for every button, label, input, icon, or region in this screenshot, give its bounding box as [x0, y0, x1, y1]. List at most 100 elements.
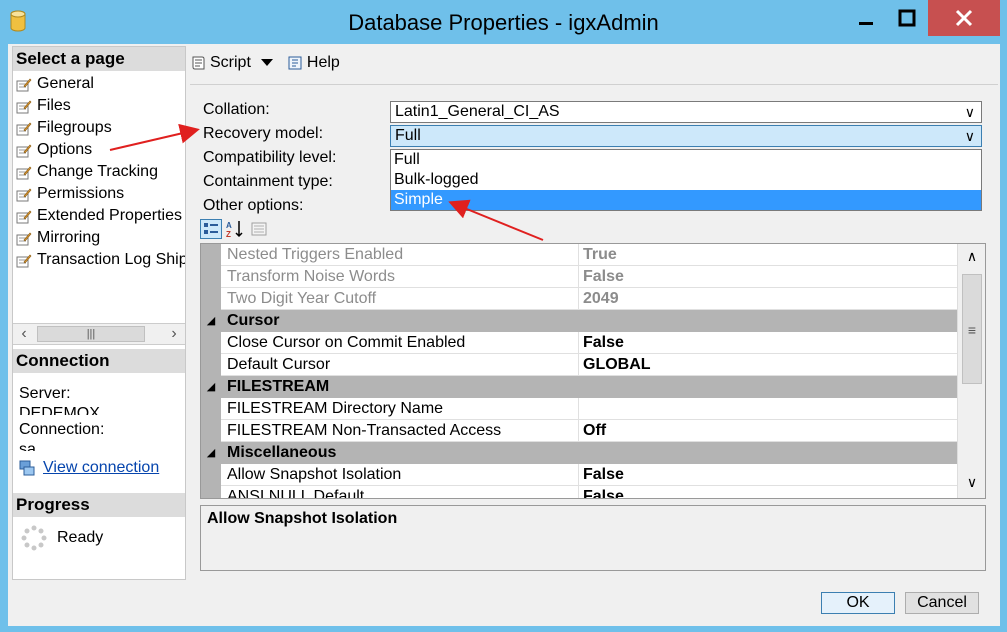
property-value[interactable]: False: [579, 486, 957, 498]
property-grid-toolbar: A Z: [200, 219, 272, 239]
property-row[interactable]: Allow Snapshot Isolation False: [201, 464, 957, 486]
collapse-icon[interactable]: ◢: [201, 310, 221, 332]
connection-properties-icon: [19, 460, 35, 476]
property-name: Transform Noise Words: [221, 266, 579, 288]
page-item-mirroring[interactable]: Mirroring: [13, 227, 185, 249]
page-item-label: Transaction Log Shipping: [37, 251, 185, 268]
page-list-scrollbar[interactable]: ‹ ||| ›: [13, 323, 185, 345]
row-gutter: [201, 266, 221, 288]
server-value: DEDEMOX: [19, 405, 100, 415]
property-row[interactable]: Transform Noise Words False: [201, 266, 957, 288]
alphabetical-button[interactable]: A Z: [224, 219, 246, 239]
property-row[interactable]: FILESTREAM Non-Transacted Access Off: [201, 420, 957, 442]
property-row[interactable]: FILESTREAM Directory Name: [201, 398, 957, 420]
category-name: FILESTREAM: [227, 378, 330, 395]
page-item-permissions[interactable]: Permissions: [13, 183, 185, 205]
page-item-label: Extended Properties: [37, 207, 182, 224]
close-icon: [955, 9, 973, 27]
compatibility-level-label: Compatibility level:: [203, 149, 337, 166]
page-item-filegroups[interactable]: Filegroups: [13, 117, 185, 139]
script-dropdown-button[interactable]: [260, 59, 277, 67]
property-grid-scrollbar[interactable]: ∧ ≡ ∨: [957, 244, 985, 498]
category-name: Miscellaneous: [227, 444, 337, 461]
row-gutter: [201, 486, 221, 498]
recovery-model-select[interactable]: Full ∨: [390, 125, 982, 147]
category-miscellaneous[interactable]: ◢ Miscellaneous: [201, 442, 957, 464]
maximize-icon: [898, 9, 916, 27]
categorized-icon: [204, 223, 218, 234]
recovery-option-full[interactable]: Full: [391, 150, 981, 170]
progress-spinner-icon: [21, 525, 47, 551]
page-icon: [16, 166, 32, 179]
chevron-down-icon[interactable]: ∨: [958, 474, 985, 491]
property-pages-button[interactable]: [248, 219, 270, 239]
page-item-change-tracking[interactable]: Change Tracking: [13, 161, 185, 183]
page-icon: [16, 78, 32, 91]
minimize-button[interactable]: [848, 0, 884, 36]
property-value[interactable]: False: [579, 332, 957, 354]
row-gutter: [201, 398, 221, 420]
property-name: Two Digit Year Cutoff: [221, 288, 579, 310]
collapse-icon[interactable]: ◢: [201, 376, 221, 398]
page-item-label: Filegroups: [37, 119, 112, 136]
recovery-option-bulk-logged[interactable]: Bulk-logged: [391, 170, 981, 190]
property-value[interactable]: GLOBAL: [579, 354, 957, 376]
cancel-button[interactable]: Cancel: [905, 592, 979, 614]
title-bar[interactable]: Database Properties - igxAdmin: [0, 0, 1007, 44]
page-item-general[interactable]: General: [13, 73, 185, 95]
page-icon: [16, 210, 32, 223]
category-filestream[interactable]: ◢ FILESTREAM: [201, 376, 957, 398]
scroll-thumb[interactable]: |||: [37, 326, 145, 342]
category-name: Cursor: [227, 312, 280, 329]
property-row[interactable]: Default Cursor GLOBAL: [201, 354, 957, 376]
scroll-right-icon[interactable]: ›: [163, 325, 185, 343]
close-button[interactable]: [928, 0, 1000, 36]
dialog-window: Database Properties - igxAdmin Select a …: [0, 0, 1007, 632]
chevron-up-icon[interactable]: ∧: [958, 248, 985, 265]
collation-value: Latin1_General_CI_AS: [395, 103, 560, 120]
property-value[interactable]: Off: [579, 420, 957, 442]
category-cursor[interactable]: ◢ Cursor: [201, 310, 957, 332]
page-icon: [16, 100, 32, 113]
page-icon: [16, 232, 32, 245]
page-item-extended-properties[interactable]: Extended Properties: [13, 205, 185, 227]
connection-label: Connection:: [19, 421, 105, 438]
script-button[interactable]: Script: [190, 54, 251, 72]
property-row[interactable]: Nested Triggers Enabled True: [201, 244, 957, 266]
svg-text:Z: Z: [226, 230, 231, 238]
scroll-track[interactable]: |||: [35, 325, 163, 343]
view-connection-link[interactable]: View connection: [43, 459, 159, 477]
scroll-left-icon[interactable]: ‹: [13, 325, 35, 343]
help-button[interactable]: Help: [287, 54, 340, 72]
property-value[interactable]: False: [579, 464, 957, 486]
property-value[interactable]: True: [579, 244, 957, 266]
property-row[interactable]: Two Digit Year Cutoff 2049: [201, 288, 957, 310]
progress-status: Ready: [57, 529, 104, 546]
toolbar: Script Help: [190, 48, 998, 78]
page-item-options[interactable]: Options: [13, 139, 185, 161]
property-name: Nested Triggers Enabled: [221, 244, 579, 266]
recovery-option-simple[interactable]: Simple: [391, 190, 981, 210]
property-value[interactable]: 2049: [579, 288, 957, 310]
page-icon: [16, 144, 32, 157]
page-item-label: Change Tracking: [37, 163, 158, 180]
property-name: Close Cursor on Commit Enabled: [221, 332, 579, 354]
property-row[interactable]: ANSI NULL Default False: [201, 486, 957, 498]
ok-button[interactable]: OK: [821, 592, 895, 614]
collapse-icon[interactable]: ◢: [201, 442, 221, 464]
options-page: Collation: Latin1_General_CI_AS ∨ Recove…: [190, 84, 998, 580]
categorized-button[interactable]: [200, 219, 222, 239]
page-item-files[interactable]: Files: [13, 95, 185, 117]
property-row[interactable]: Close Cursor on Commit Enabled False: [201, 332, 957, 354]
scroll-thumb[interactable]: ≡: [962, 274, 982, 384]
page-item-transaction-log-shipping[interactable]: Transaction Log Shipping: [13, 249, 185, 271]
maximize-button[interactable]: [888, 0, 926, 36]
page-icon: [16, 188, 32, 201]
page-item-label: Files: [37, 97, 71, 114]
recovery-model-value: Full: [395, 127, 421, 144]
page-item-label: Options: [37, 141, 93, 158]
page-item-label: Permissions: [37, 185, 125, 202]
property-value[interactable]: False: [579, 266, 957, 288]
collation-select[interactable]: Latin1_General_CI_AS ∨: [390, 101, 982, 123]
property-value[interactable]: [579, 398, 957, 420]
